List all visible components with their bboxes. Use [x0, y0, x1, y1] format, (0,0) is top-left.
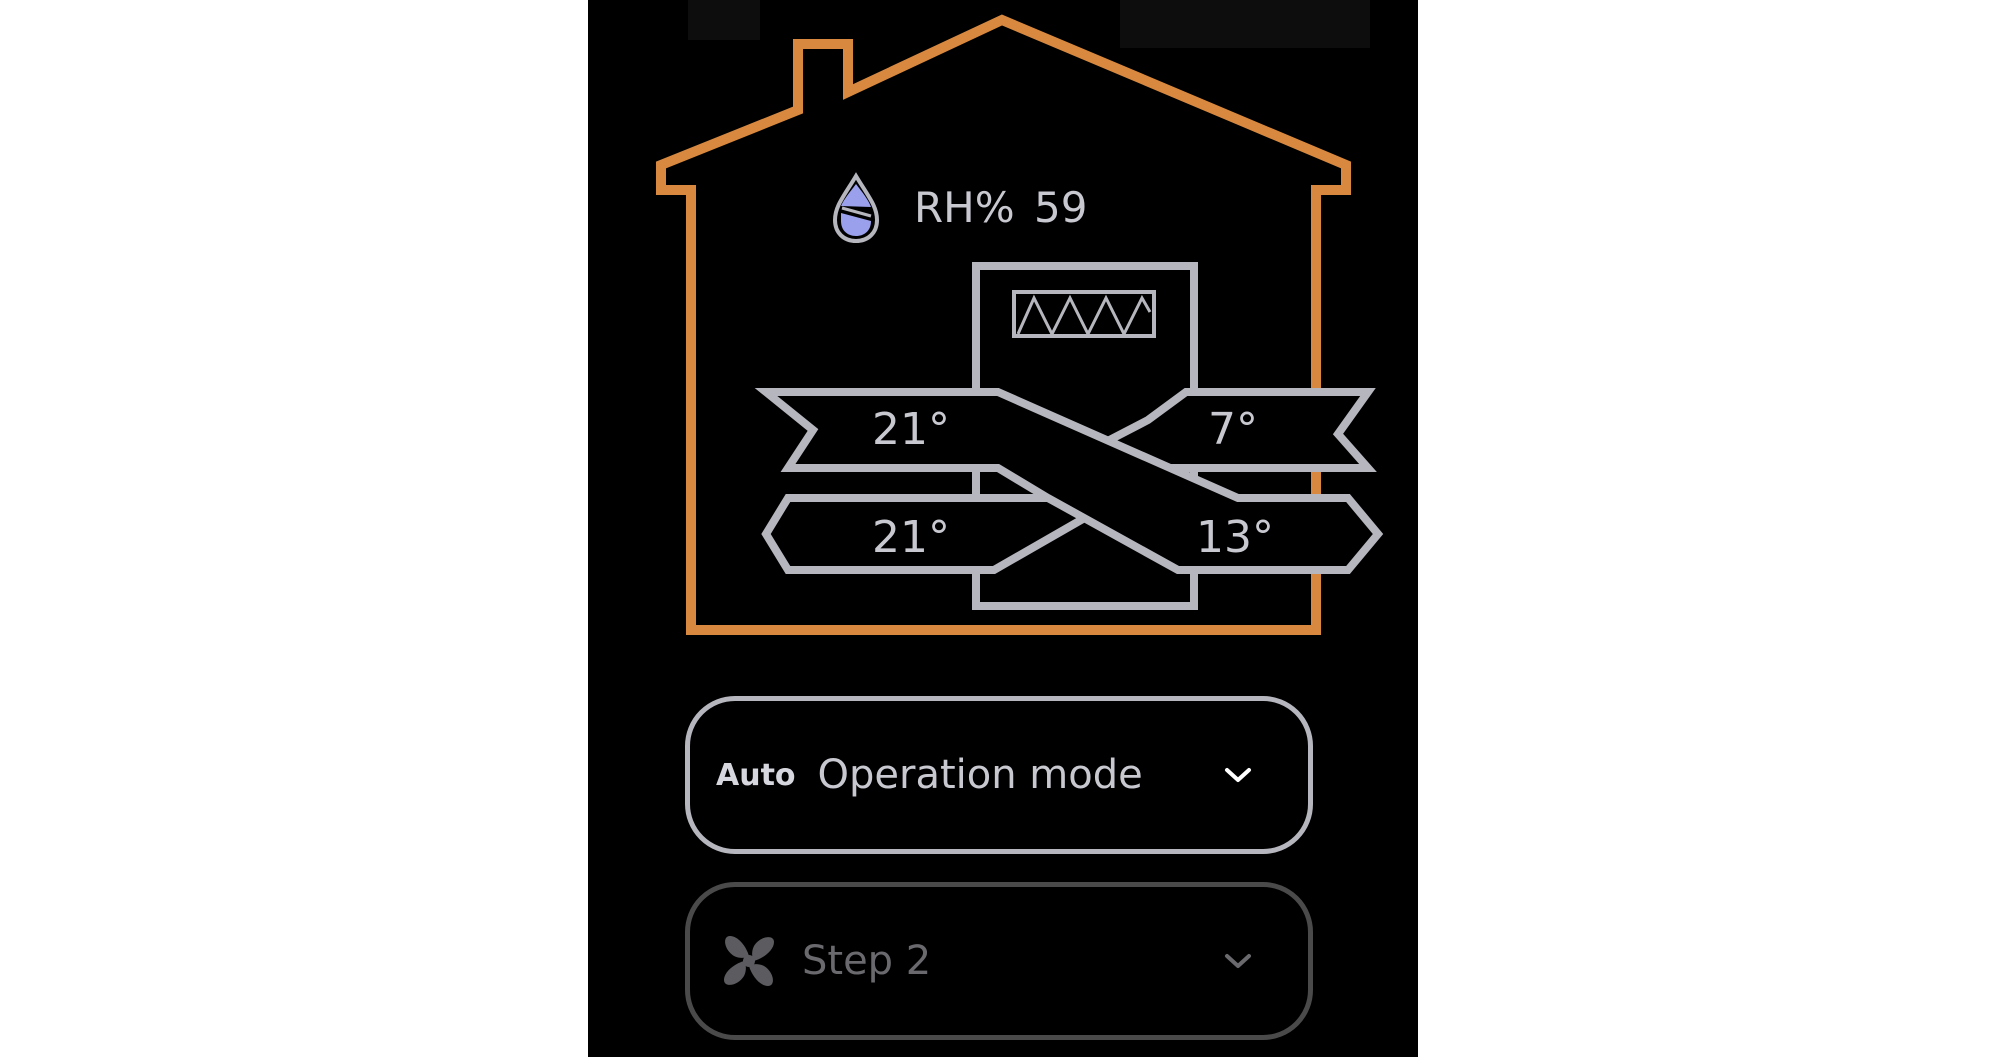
operation-mode-label: Operation mode — [817, 752, 1143, 798]
fan-speed-select[interactable]: Step 2 — [685, 882, 1313, 1040]
chevron-down-icon — [1218, 755, 1258, 795]
humidity-label: RH% — [914, 183, 1015, 232]
water-drop-icon — [832, 172, 880, 244]
operation-mode-select[interactable]: Auto Operation mode — [685, 696, 1313, 854]
chevron-down-icon — [1218, 941, 1258, 981]
app-screen: RH% 59 21° 7° 21° 13° Auto Operation mod… — [588, 0, 1418, 1057]
temp-supply-indoor: 21° — [872, 404, 950, 455]
temp-extract-indoor: 21° — [872, 512, 950, 563]
fan-speed-label: Step 2 — [802, 938, 932, 984]
ventilation-diagram: RH% 59 21° 7° 21° 13° — [656, 14, 1384, 635]
humidity-value: 59 — [1034, 183, 1087, 232]
humidity-readout: RH% 59 — [914, 183, 1088, 232]
temp-exhaust: 13° — [1196, 512, 1274, 563]
mode-badge: Auto — [716, 757, 796, 793]
fan-icon — [716, 928, 782, 994]
temp-outdoor: 7° — [1208, 404, 1258, 455]
